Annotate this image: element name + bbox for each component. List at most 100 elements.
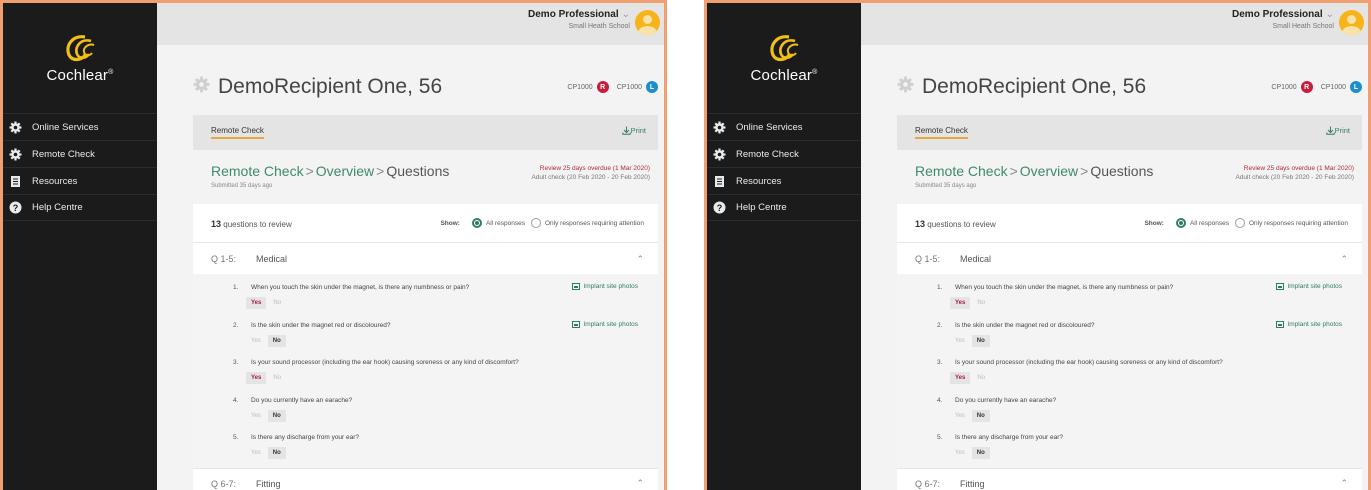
question-row: 3. Is your sound processor (including the…	[897, 355, 1362, 393]
left-ear-badge: L	[1350, 81, 1362, 93]
sidebar-item-label: Resources	[32, 175, 78, 187]
user-menu[interactable]: Demo Professional ⌄ Small Heath School	[1232, 9, 1334, 30]
implant-site-photos-link[interactable]: Implant site photos	[1276, 283, 1342, 290]
sidebar-nav: Online Services Remote Check Resources ?…	[707, 113, 861, 221]
processor-right[interactable]: CP1000 R	[1271, 81, 1313, 93]
question-row: 4. Do you currently have an earache? Yes No	[193, 393, 658, 431]
questions-panel: 13 questions to review Show: All respons…	[193, 204, 658, 490]
question-text: Is your sound processor (including the e…	[251, 359, 519, 366]
tab-remote-check[interactable]: Remote Check	[915, 126, 968, 139]
tab-remote-check[interactable]: Remote Check	[211, 126, 264, 139]
processor-right[interactable]: CP1000 R	[567, 81, 609, 93]
section-medical-header[interactable]: Q 1-5: Medical ⌃	[897, 244, 1362, 274]
answer-no: No	[267, 447, 286, 459]
user-school: Small Heath School	[1272, 23, 1334, 30]
print-icon	[621, 126, 631, 135]
sidebar-item-remote-check[interactable]: Remote Check	[707, 140, 861, 167]
review-status: Review 25 days overdue (1 Mar 2020) Adul…	[1235, 164, 1354, 182]
answer-group: Yes No	[246, 372, 288, 384]
radio-attention-responses[interactable]	[1234, 218, 1245, 228]
breadcrumb-remote-check[interactable]: Remote Check	[915, 163, 1008, 179]
chevron-up-icon[interactable]: ⌃	[636, 254, 644, 265]
answer-group: Yes No	[950, 447, 992, 459]
question-row: 5. Is there any discharge from your ear? Y…	[193, 430, 658, 468]
implant-site-photos-link[interactable]: Implant site photos	[572, 320, 638, 328]
sidebar-nav: Online Services Remote Check Resources ?…	[3, 113, 157, 221]
implant-site-photos-link[interactable]: Implant site photos	[1276, 320, 1342, 328]
print-button[interactable]: Print	[621, 126, 646, 135]
radio-all-responses[interactable]	[471, 218, 482, 228]
section-medical-header[interactable]: Q 1-5: Medical ⌃	[193, 244, 658, 274]
question-number: 3.	[937, 359, 943, 366]
cochlear-logo-icon	[770, 35, 799, 62]
answer-group: Yes No	[950, 334, 992, 347]
question-row: 5. Is there any discharge from your ear? Y…	[897, 430, 1362, 468]
answer-group: Yes No	[246, 297, 288, 309]
breadcrumb-overview[interactable]: Overview	[1020, 163, 1078, 179]
breadcrumb: Remote Check > Overview > Questions	[915, 163, 1154, 179]
answer-yes: Yes	[246, 297, 267, 309]
submitted-text: Submitted 35 days ago	[915, 183, 977, 189]
sidebar-item-online-services[interactable]: Online Services	[707, 113, 861, 140]
breadcrumb-overview[interactable]: Overview	[316, 163, 374, 179]
answer-no: No	[977, 375, 986, 381]
answer-yes: Yes	[950, 297, 971, 309]
chevron-up-icon[interactable]: ⌃	[1340, 478, 1348, 489]
answer-group: Yes No	[246, 447, 288, 459]
answer-yes: Yes	[955, 412, 965, 419]
chevron-down-icon: ⌄	[621, 9, 630, 20]
answer-group: Yes No	[246, 334, 288, 347]
sidebar-item-help-centre[interactable]: ? Help Centre	[3, 194, 157, 221]
section-fitting-header[interactable]: Q 6-7: Fitting ⌃	[897, 468, 1362, 490]
tab-bar: Remote Check Print	[897, 115, 1362, 150]
document-icon	[9, 175, 22, 188]
answer-group: Yes No	[246, 409, 288, 422]
sidebar-item-label: Online Services	[736, 121, 803, 133]
processor-left[interactable]: CP1000 L	[617, 81, 658, 93]
breadcrumb-remote-check[interactable]: Remote Check	[211, 163, 304, 179]
photo-icon	[572, 320, 581, 328]
cochlear-logo[interactable]: Cochlear®	[3, 33, 157, 84]
radio-all-responses[interactable]	[1175, 218, 1186, 228]
question-row: 2. Is the skin under the magnet red or di…	[193, 318, 658, 356]
svg-text:?: ?	[13, 203, 19, 213]
question-row: 1. When you touch the skin under the magn…	[897, 280, 1362, 318]
sidebar-item-online-services[interactable]: Online Services	[3, 113, 157, 140]
gear-icon	[9, 148, 22, 161]
question-number: 4.	[233, 396, 239, 404]
gear-icon[interactable]	[193, 76, 210, 98]
print-button[interactable]: Print	[1325, 126, 1350, 135]
photo-icon	[1276, 283, 1285, 290]
sidebar-item-resources[interactable]: Resources	[3, 167, 157, 194]
sidebar-item-label: Help Centre	[32, 202, 83, 213]
gear-icon[interactable]	[897, 76, 914, 98]
left-ear-badge: L	[646, 81, 658, 93]
response-filter: Show: All responses Only responses requi…	[440, 218, 644, 228]
avatar[interactable]	[635, 10, 660, 35]
answer-group: Yes No	[950, 409, 992, 422]
question-number: 5.	[937, 434, 943, 441]
processor-left[interactable]: CP1000 L	[1321, 81, 1362, 93]
question-text: Do you currently have an earache?	[251, 396, 353, 404]
cochlear-logo[interactable]: Cochlear®	[707, 33, 861, 84]
photo-icon	[572, 283, 581, 290]
avatar[interactable]	[1339, 10, 1364, 35]
question-number: 1.	[937, 284, 943, 291]
chevron-up-icon[interactable]: ⌃	[1340, 254, 1348, 265]
chevron-up-icon[interactable]: ⌃	[636, 478, 644, 489]
screen-left: Cochlear® Online Services Remote Check R…	[0, 0, 667, 490]
radio-attention-responses[interactable]	[530, 218, 541, 228]
answer-yes: Yes	[251, 450, 261, 456]
user-menu[interactable]: Demo Professional ⌄ Small Heath School	[528, 9, 630, 30]
implant-site-photos-link[interactable]: Implant site photos	[572, 283, 638, 290]
sidebar-item-label: Remote Check	[32, 148, 95, 160]
sidebar-item-help-centre[interactable]: ? Help Centre	[707, 194, 861, 221]
user-school: Small Heath School	[568, 23, 630, 30]
sidebar-item-remote-check[interactable]: Remote Check	[3, 140, 157, 167]
sidebar-item-resources[interactable]: Resources	[707, 167, 861, 194]
question-text: Is the skin under the magnet red or disc…	[251, 321, 391, 329]
help-icon: ?	[713, 201, 726, 214]
top-bar: Demo Professional ⌄ Small Heath School	[157, 3, 664, 45]
section-fitting-header[interactable]: Q 6-7: Fitting ⌃	[193, 468, 658, 490]
answer-yes: Yes	[955, 337, 965, 344]
